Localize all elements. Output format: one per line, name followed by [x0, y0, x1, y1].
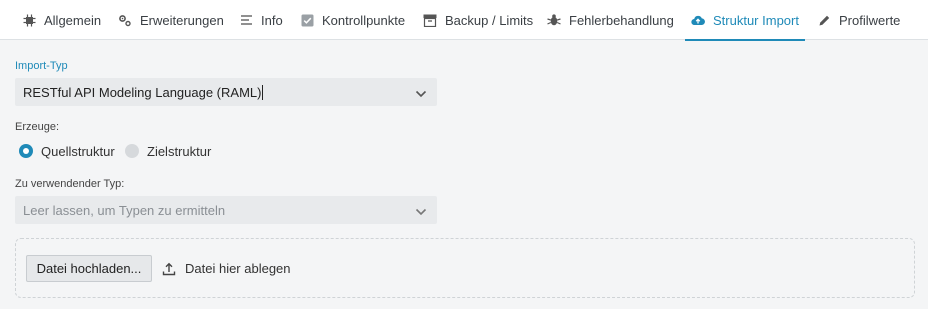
- drop-hint-text: Datei hier ablegen: [185, 261, 291, 276]
- tab-fehlerbehandlung[interactable]: Fehlerbehandlung: [547, 0, 674, 40]
- cloud-upload-icon: [691, 13, 705, 27]
- radio-label: Zielstruktur: [147, 143, 212, 159]
- tab-info[interactable]: Info: [239, 0, 283, 40]
- import-type-label: Import-Typ: [15, 60, 68, 72]
- tab-label: Backup / Limits: [445, 12, 534, 28]
- tab-label: Info: [261, 12, 283, 28]
- type-to-use-placeholder: Leer lassen, um Typen zu ermitteln: [23, 202, 226, 218]
- import-type-value: RESTful API Modeling Language (RAML): [23, 84, 262, 100]
- tab-label: Fehlerbehandlung: [569, 12, 674, 28]
- upload-file-button[interactable]: Datei hochladen...: [26, 255, 152, 282]
- type-to-use-label: Zu verwendender Typ:: [15, 178, 125, 190]
- checkbox-icon: [300, 13, 314, 27]
- radio-unselected-indicator: [125, 144, 139, 158]
- tab-erweiterungen[interactable]: Erweiterungen: [118, 0, 224, 40]
- radio-label: Quellstruktur: [41, 143, 115, 159]
- archive-icon: [423, 13, 437, 27]
- pencil-icon: [817, 13, 831, 27]
- tab-label: Erweiterungen: [140, 12, 224, 28]
- upload-icon: [162, 262, 176, 276]
- chevron-down-icon: [415, 205, 427, 216]
- tab-kontrollpunkte[interactable]: Kontrollpunkte: [300, 0, 405, 40]
- tab-struktur-import[interactable]: Struktur Import: [685, 0, 805, 41]
- generate-label: Erzeuge:: [15, 121, 60, 133]
- gears-icon: [118, 13, 132, 27]
- radio-zielstruktur[interactable]: Zielstruktur: [125, 143, 211, 159]
- lines-icon: [239, 13, 253, 27]
- radio-quellstruktur[interactable]: Quellstruktur: [19, 143, 115, 159]
- text-cursor: [262, 84, 264, 100]
- tab-label: Kontrollpunkte: [322, 12, 406, 28]
- type-to-use-select[interactable]: Leer lassen, um Typen zu ermitteln: [15, 196, 437, 224]
- bug-icon: [547, 13, 561, 27]
- tab-label: Struktur Import: [713, 12, 799, 28]
- tab-bar: Allgemein Erweiterungen Info Kontrollpun…: [0, 0, 928, 41]
- tab-profilwerte[interactable]: Profilwerte: [817, 0, 900, 40]
- radio-selected-indicator: [19, 144, 33, 158]
- chip-icon: [22, 13, 36, 27]
- chevron-down-icon: [415, 87, 427, 98]
- tab-allgemein[interactable]: Allgemein: [22, 0, 101, 40]
- tab-backup-limits[interactable]: Backup / Limits: [423, 0, 533, 40]
- drop-hint: Datei hier ablegen: [162, 261, 291, 276]
- import-type-select[interactable]: RESTful API Modeling Language (RAML): [15, 78, 437, 106]
- tab-label: Profilwerte: [839, 12, 901, 28]
- tab-label: Allgemein: [44, 12, 102, 28]
